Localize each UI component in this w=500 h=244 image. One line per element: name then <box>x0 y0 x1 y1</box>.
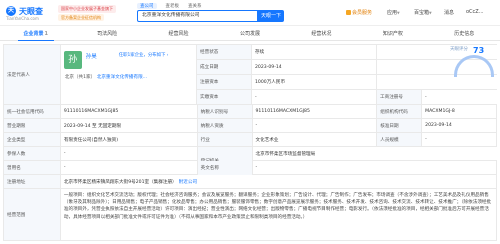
legal-rep-company[interactable]: 北京重洋文化传播有限... <box>97 74 147 80</box>
logo-icon: 天 <box>6 6 16 16</box>
business-term-label: 营业期限 <box>4 119 61 132</box>
credit-badge: 官方备案企业征信机构 <box>58 14 104 21</box>
tab-judicial-risk[interactable]: 司法风险 <box>71 28 142 40</box>
org-code-label: 组织机构代码 <box>377 105 423 118</box>
score-gauge <box>454 55 494 77</box>
chevron-right-icon: › <box>165 52 169 57</box>
vip-icon <box>346 9 351 15</box>
paid-capital-label: 实缴资本 <box>197 90 252 104</box>
industry-label: 行业 <box>197 133 253 146</box>
reg-capital-value: 1000万人民币 <box>252 75 377 89</box>
approve-date-value: 2023-09-14 <box>422 119 497 132</box>
found-date-value: 2023-09-14 <box>252 60 377 74</box>
legal-rep-city: 北京（共1家） <box>64 75 96 80</box>
search-input[interactable]: 北京重洋文化传播有限公司 <box>137 10 258 22</box>
nav-messages[interactable]: 消息 <box>444 9 454 16</box>
company-type-label: 企业类型 <box>4 133 61 146</box>
score-value: 73 <box>473 46 485 55</box>
tab-company-background[interactable]: 企业背景1 <box>0 28 71 41</box>
section-tabs: 企业背景1 司法风险 经营风险 公司发展 经营状况 知识产权 历史信息 <box>0 28 500 41</box>
nearby-companies-link[interactable]: 附近公司 <box>179 179 197 185</box>
address-value: 北京市怀柔区杨宋镇凤翔东大街9号201室（集群注册） <box>63 179 177 185</box>
taxpayer-id-label: 纳税人识别号 <box>197 105 253 118</box>
tab-history[interactable]: 历史信息 <box>429 28 500 40</box>
gov-badge: 国家中小企业发展子基金旗下 <box>58 5 116 13</box>
staff-size-label: 人员规模 <box>377 133 423 146</box>
legal-rep-cell: 孙 孙昊 任职1家企业，分布如下 › 北京（共1家） 北京重洋文化传播有限... <box>61 45 197 105</box>
avatar[interactable]: 孙 <box>63 51 82 69</box>
staff-size-value: - <box>422 133 497 146</box>
former-name-label: 曾用名 <box>4 161 61 174</box>
chevron-down-icon: ▼ <box>397 11 400 15</box>
english-name-label: 英文名称 <box>197 161 253 174</box>
nav-app[interactable]: 应用▼ <box>387 9 400 16</box>
status-label: 经营状态 <box>197 45 252 59</box>
credit-code-value: 91110116MACXM1GJ85 <box>61 105 198 118</box>
taxpayer-qual-label: 纳税人资质 <box>197 119 253 132</box>
status-value: 存续 <box>252 45 377 59</box>
search-tab-company[interactable]: 查公司 <box>137 3 157 9</box>
english-name-value: - <box>253 161 497 174</box>
nav-toolbox[interactable]: 百宝箱▼ <box>414 9 432 16</box>
legal-rep-companies-link[interactable]: 任职1家企业，分布如下 › <box>119 52 169 58</box>
search-button[interactable]: 天眼一下 <box>258 10 284 22</box>
reg-no-value: - <box>425 94 427 100</box>
top-bar: 天 天眼查 TianYanCha.com 国家中小企业发展子基金旗下 官方备案企… <box>0 0 500 26</box>
authority-value: 北京市怀柔区市场监督管理局 <box>255 151 316 157</box>
logo-subtitle: TianYanCha.com <box>6 16 39 21</box>
company-type-value: 有限责任公司(自然人独资) <box>61 133 198 146</box>
address-label: 注册地址 <box>4 175 61 188</box>
vip-service-link[interactable]: 会员服务 <box>346 9 372 16</box>
tab-operating-risk[interactable]: 经营风险 <box>143 28 214 40</box>
insured-label: 参保人数 <box>4 147 61 160</box>
found-date-label: 成立日期 <box>197 60 252 74</box>
taxpayer-qual-value: - <box>253 119 378 132</box>
address-cell: 北京市怀柔区杨宋镇凤翔东大街9号201室（集群注册） 附近公司 <box>61 175 497 188</box>
legal-rep-label: 法定代表人 <box>4 45 61 104</box>
insured-value: - <box>61 147 198 160</box>
scope-label: 经营范围 <box>4 189 61 240</box>
paid-capital-value: - <box>252 90 377 104</box>
business-term-value: 2023-09-14 至 无固定期限 <box>61 119 198 132</box>
reg-capital-label: 注册资本 <box>197 75 252 89</box>
tab-ip[interactable]: 知识产权 <box>357 28 428 40</box>
approve-date-label: 核准日期 <box>377 119 423 132</box>
business-info-table: 法定代表人 孙 孙昊 任职1家企业，分布如下 › 北京（共1家） 北京重洋文化传… <box>3 44 497 241</box>
tab-business-status[interactable]: 经营状况 <box>286 28 357 40</box>
former-name-value: - <box>61 161 198 174</box>
logo-text: 天眼查 <box>19 6 43 16</box>
search-type-tabs: 查公司 查老板 查关系 <box>137 3 202 9</box>
user-menu[interactable]: oCcZ... <box>466 9 484 15</box>
credit-code-label: 统一社会信用代码 <box>4 105 61 118</box>
tianyan-score-widget[interactable]: 天眼评分 73 <box>450 46 498 77</box>
chevron-down-icon: ▼ <box>429 11 432 15</box>
search-tab-relation[interactable]: 查关系 <box>188 3 202 9</box>
industry-value: 文化艺术业 <box>253 133 378 146</box>
reg-no-label: 工商注册号 <box>377 90 422 104</box>
legal-rep-name[interactable]: 孙昊 <box>86 52 97 60</box>
tab-development[interactable]: 公司发展 <box>214 28 285 40</box>
taxpayer-id-value: 91110116MACXM1GJ85 <box>253 105 378 118</box>
scope-value: 一般项目：组织文化艺术交流活动；版权代理；社会经济咨询服务；会议及展览服务；翻译… <box>61 189 497 240</box>
search-tab-boss[interactable]: 查老板 <box>166 3 180 9</box>
org-code-value: MACXM1GJ-8 <box>422 105 497 118</box>
